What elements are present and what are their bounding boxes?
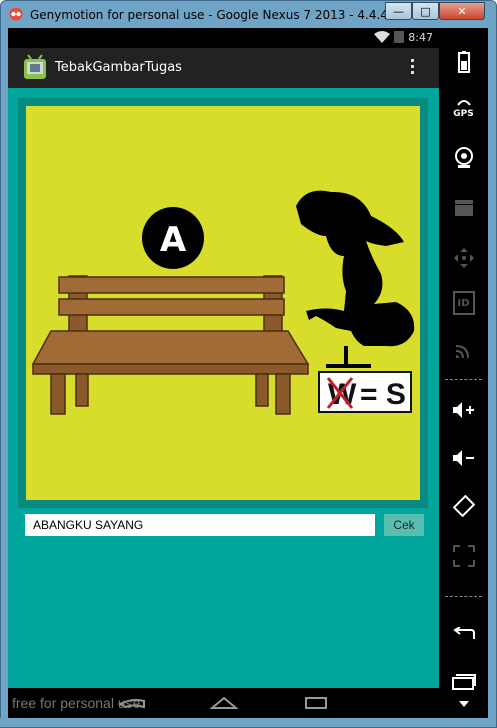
puzzle-letter: A <box>160 220 187 260</box>
equation-right: = S <box>360 378 406 411</box>
android-app-icon[interactable] <box>20 53 50 83</box>
status-time: 8:47 <box>408 31 433 44</box>
genymotion-side-panel: GPS ID <box>439 28 488 718</box>
answer-input[interactable] <box>25 515 373 535</box>
window-bottom-border <box>0 718 495 727</box>
home-nav-icon[interactable] <box>210 696 238 710</box>
id-icon[interactable]: ID <box>439 283 488 323</box>
genymotion-icon <box>9 7 23 21</box>
watermark-text: free for personal use <box>12 695 141 711</box>
back-icon[interactable] <box>439 614 488 654</box>
minimize-button[interactable]: — <box>385 2 412 20</box>
action-bar: TebakGambarTugas <box>8 48 439 88</box>
app-title: TebakGambarTugas <box>55 60 182 75</box>
maximize-button[interactable]: □ <box>412 2 439 20</box>
rotate-icon[interactable] <box>439 486 488 526</box>
gps-icon[interactable]: GPS <box>439 88 488 128</box>
battery-icon[interactable] <box>439 42 488 82</box>
window-title: Genymotion for personal use - Google Nex… <box>30 8 431 22</box>
id-label: ID <box>457 297 470 309</box>
close-button[interactable]: ✕ <box>439 2 485 20</box>
puzzle-illustration: A = S <box>31 190 415 415</box>
wifi-icon <box>374 31 390 43</box>
puzzle-image-frame: A = S <box>18 98 428 508</box>
dpad-icon[interactable] <box>439 238 488 278</box>
cast-icon[interactable] <box>439 330 488 370</box>
bench-drawing <box>31 275 310 415</box>
signal-icon <box>394 31 404 43</box>
volume-up-icon[interactable] <box>439 390 488 430</box>
wayang-silhouette <box>296 190 415 368</box>
recents-nav-icon[interactable] <box>304 696 328 710</box>
answer-field-wrapper <box>25 514 375 536</box>
overflow-menu-icon[interactable] <box>410 59 416 77</box>
close-icon: ✕ <box>457 4 467 18</box>
puzzle-image: A = S <box>26 106 420 500</box>
maximize-icon: □ <box>420 4 431 18</box>
menu-down-icon[interactable] <box>439 692 488 716</box>
android-screen: 8:47 TebakGambarTugas A = S ABANGKU SAYA… <box>8 28 439 718</box>
gps-label: GPS <box>453 108 474 119</box>
cek-button[interactable]: Cek <box>384 514 424 536</box>
minimize-icon: — <box>393 4 404 18</box>
media-icon[interactable] <box>439 188 488 228</box>
window-titlebar[interactable]: Genymotion for personal use - Google Nex… <box>1 1 496 29</box>
side-divider <box>445 596 482 597</box>
main-content: A = S ABANGKU SAYANG Cek <box>8 88 439 688</box>
side-divider <box>445 379 482 380</box>
scale-icon[interactable] <box>439 536 488 576</box>
cek-button-label: Cek <box>393 518 415 532</box>
webcam-icon[interactable] <box>439 138 488 178</box>
status-bar: 8:47 <box>8 28 439 48</box>
volume-down-icon[interactable] <box>439 438 488 478</box>
